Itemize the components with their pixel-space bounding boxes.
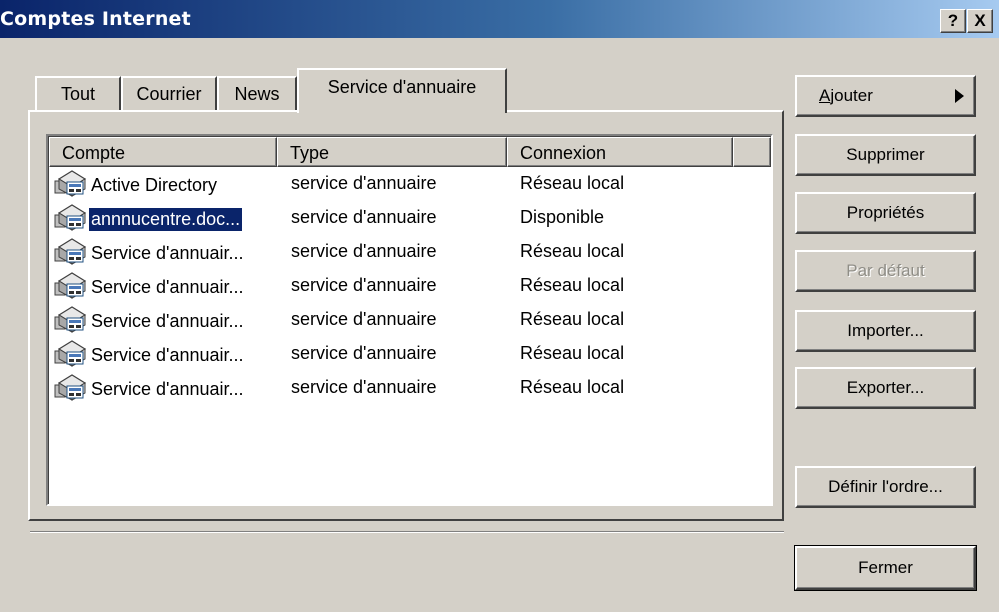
type-cell: service d'annuaire [291, 207, 437, 227]
export-button[interactable]: Exporter... [795, 367, 976, 409]
account-name: Service d'annuair... [91, 242, 244, 263]
connection-cell: Réseau local [520, 343, 625, 363]
list-item[interactable]: Service d'annuair... service d'annuaire … [49, 236, 771, 269]
list-header: Compte Type Connexion [49, 137, 771, 167]
tab-tout[interactable]: Tout [35, 76, 121, 110]
account-cell: Service d'annuair... [53, 373, 246, 406]
tab-service-annuaire[interactable]: Service d'annuaire [297, 68, 507, 113]
connection-cell: Réseau local [520, 309, 625, 329]
tab-news[interactable]: News [217, 76, 297, 110]
list-item[interactable]: Service d'annuair... service d'annuaire … [49, 372, 771, 405]
directory-service-icon [53, 373, 89, 406]
account-name: Service d'annuair... [91, 344, 244, 365]
connection-cell: Réseau local [520, 241, 625, 261]
account-cell: annnucentre.doc... [53, 203, 243, 236]
type-cell: service d'annuaire [291, 173, 437, 193]
list-item[interactable]: Active Directory service d'annuaire Rése… [49, 168, 771, 201]
window-title: Comptes Internet [0, 8, 191, 30]
column-header-type[interactable]: Type [277, 137, 507, 167]
connection-cell: Réseau local [520, 173, 625, 193]
help-button[interactable]: ? [940, 9, 966, 33]
list-item[interactable]: annnucentre.doc... service d'annuaire Di… [49, 202, 771, 235]
account-name: annnucentre.doc... [89, 207, 243, 231]
account-cell: Service d'annuair... [53, 271, 246, 304]
list-item[interactable]: Service d'annuair... service d'annuaire … [49, 270, 771, 303]
connection-cell: Réseau local [520, 275, 625, 295]
submenu-arrow-icon [955, 89, 964, 103]
separator [30, 531, 784, 533]
connection-cell: Réseau local [520, 377, 625, 397]
title-bar[interactable]: Comptes Internet ? X [0, 0, 999, 38]
directory-service-icon [53, 169, 89, 202]
account-name: Service d'annuair... [91, 310, 244, 331]
set-default-button[interactable]: Par défaut [795, 250, 976, 292]
account-cell: Active Directory [53, 169, 219, 202]
directory-service-icon [53, 203, 89, 236]
column-header-compte[interactable]: Compte [49, 137, 277, 167]
tab-label: Service d'annuaire [327, 77, 477, 97]
accounts-list[interactable]: Compte Type Connexion Active Directory s… [46, 134, 773, 506]
tab-courrier[interactable]: Courrier [121, 76, 217, 110]
account-cell: Service d'annuair... [53, 237, 246, 270]
type-cell: service d'annuaire [291, 241, 437, 261]
account-name: Active Directory [91, 174, 218, 195]
delete-button[interactable]: Supprimer [795, 134, 976, 176]
tab-label: Courrier [136, 83, 202, 104]
connection-cell: Disponible [520, 207, 605, 227]
account-cell: Service d'annuair... [53, 305, 246, 338]
directory-service-icon [53, 271, 89, 304]
column-header-empty[interactable] [733, 137, 771, 167]
properties-button[interactable]: Propriétés [795, 192, 976, 234]
close-window-button[interactable]: X [967, 9, 993, 33]
directory-service-icon [53, 305, 89, 338]
directory-service-icon [53, 237, 89, 270]
type-cell: service d'annuaire [291, 309, 437, 329]
list-item[interactable]: Service d'annuair... service d'annuaire … [49, 304, 771, 337]
type-cell: service d'annuaire [291, 275, 437, 295]
account-cell: Service d'annuair... [53, 339, 246, 372]
tab-label: Tout [60, 83, 96, 104]
import-button[interactable]: Importer... [795, 310, 976, 352]
directory-service-icon [53, 339, 89, 372]
type-cell: service d'annuaire [291, 343, 437, 363]
account-name: Service d'annuair... [91, 378, 244, 399]
list-item[interactable]: Service d'annuair... service d'annuaire … [49, 338, 771, 371]
tab-label: News [234, 83, 280, 104]
add-button-label: Ajouter [819, 86, 873, 105]
column-header-connexion[interactable]: Connexion [507, 137, 733, 167]
set-order-button[interactable]: Définir l'ordre... [795, 466, 976, 508]
account-name: Service d'annuair... [91, 276, 244, 297]
add-button[interactable]: Ajouter [795, 75, 976, 117]
type-cell: service d'annuaire [291, 377, 437, 397]
close-button[interactable]: Fermer [794, 545, 977, 591]
